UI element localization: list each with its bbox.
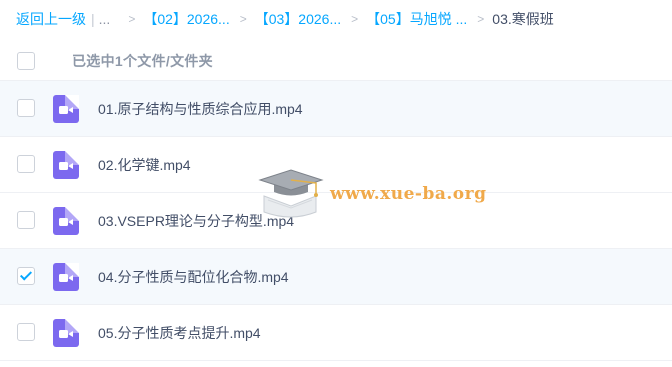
checkmark-icon <box>19 268 33 281</box>
file-name[interactable]: 01.原子结构与性质综合应用.mp4 <box>98 99 303 119</box>
row-checkbox[interactable] <box>17 211 35 229</box>
chevron-right-icon: > <box>128 11 136 26</box>
breadcrumb-ellipsis[interactable]: ... <box>99 11 111 27</box>
breadcrumb: 返回上一级 | ... > 【02】2026... > 【03】2026... … <box>16 0 554 37</box>
video-file-icon <box>53 319 79 347</box>
file-row[interactable]: 05.分子性质考点提升.mp4 <box>0 305 672 361</box>
file-name[interactable]: 05.分子性质考点提升.mp4 <box>98 323 261 343</box>
file-row[interactable]: 01.原子结构与性质综合应用.mp4 <box>0 81 672 137</box>
breadcrumb-item[interactable]: 【03】2026... <box>255 9 341 29</box>
file-list: 01.原子结构与性质综合应用.mp4 02.化学键.mp4 03.VSEPR理论… <box>0 81 672 361</box>
file-row[interactable]: 02.化学键.mp4 <box>0 137 672 193</box>
file-name[interactable]: 02.化学键.mp4 <box>98 155 191 175</box>
breadcrumb-current: 03.寒假班 <box>492 10 554 27</box>
breadcrumb-item[interactable]: 【02】2026... <box>143 9 229 29</box>
breadcrumb-divider: | <box>91 10 95 27</box>
chevron-right-icon: > <box>477 11 485 26</box>
file-name[interactable]: 03.VSEPR理论与分子构型.mp4 <box>98 211 294 231</box>
row-checkbox[interactable] <box>17 155 35 173</box>
file-name[interactable]: 04.分子性质与配位化合物.mp4 <box>98 267 289 287</box>
file-row[interactable]: 03.VSEPR理论与分子构型.mp4 <box>0 193 672 249</box>
video-file-icon <box>53 151 79 179</box>
chevron-right-icon: > <box>239 11 247 26</box>
list-header: 已选中1个文件/文件夹 <box>0 41 672 81</box>
video-file-icon <box>53 95 79 123</box>
row-checkbox[interactable] <box>17 323 35 341</box>
selection-count-text: 已选中1个文件/文件夹 <box>72 52 213 69</box>
select-all-checkbox[interactable] <box>17 52 35 70</box>
video-file-icon <box>53 263 79 291</box>
video-file-icon <box>53 207 79 235</box>
row-checkbox[interactable] <box>17 267 35 285</box>
row-checkbox[interactable] <box>17 99 35 117</box>
file-row[interactable]: 04.分子性质与配位化合物.mp4 <box>0 249 672 305</box>
back-link[interactable]: 返回上一级 <box>16 9 86 29</box>
chevron-right-icon: > <box>351 11 359 26</box>
breadcrumb-item[interactable]: 【05】马旭悦 ... <box>366 9 467 29</box>
